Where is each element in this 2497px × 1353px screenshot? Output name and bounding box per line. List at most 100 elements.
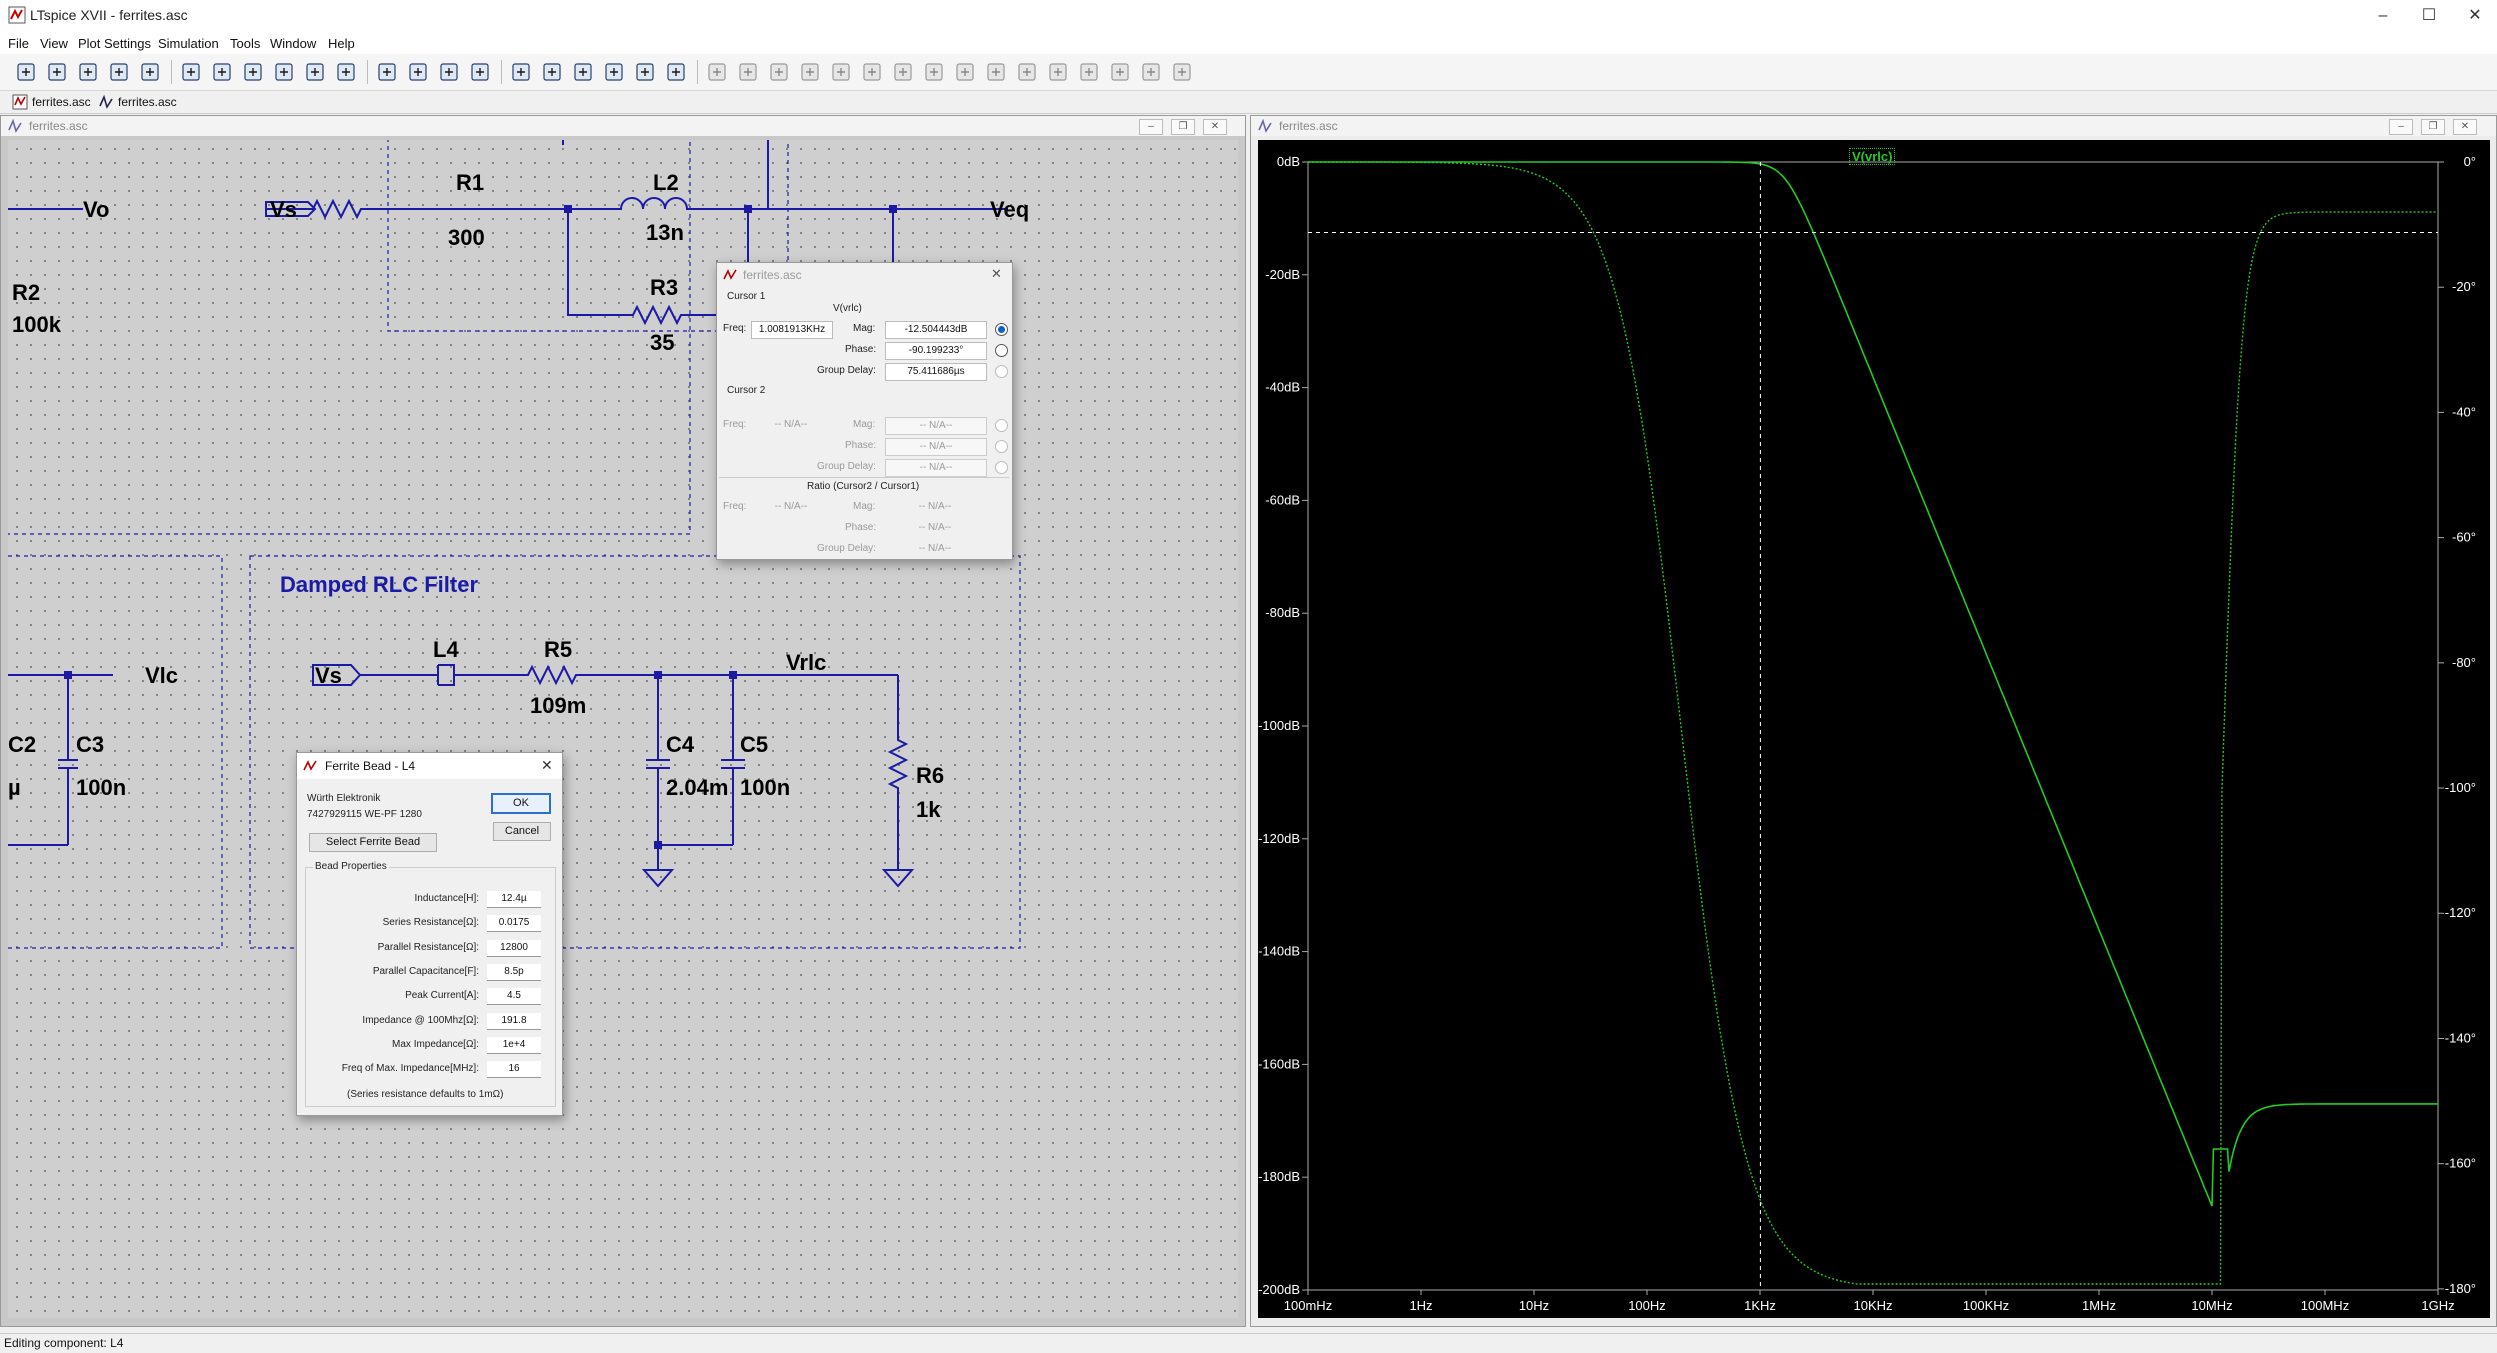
bead-property-field[interactable]: 4.5 bbox=[487, 988, 541, 1006]
save-icon[interactable] bbox=[76, 60, 100, 84]
ferrite-dialog-close-button[interactable]: ✕ bbox=[541, 757, 553, 774]
drag-icon[interactable] bbox=[984, 60, 1008, 84]
ground-icon[interactable] bbox=[736, 60, 760, 84]
bead-property-field[interactable]: 8.5p bbox=[487, 963, 541, 981]
bead-property-field[interactable]: 12.4µ bbox=[487, 891, 541, 908]
waveform-plot[interactable]: 0dB -20dB -40dB -60dB -80dB -100dB -120dB -140d… bbox=[1258, 140, 2490, 1318]
ref-l4[interactable]: L4 bbox=[433, 637, 459, 663]
ref-r5[interactable]: R5 bbox=[544, 637, 572, 663]
zoom-cancel-icon[interactable] bbox=[303, 60, 327, 84]
value-c3[interactable]: 100n bbox=[76, 775, 126, 801]
net-label-vo[interactable]: Vo bbox=[83, 197, 109, 223]
cursor1-group-delay-radio[interactable] bbox=[995, 365, 1008, 378]
bead-property-field[interactable]: 191.8 bbox=[487, 1012, 541, 1030]
value-r2[interactable]: 100k bbox=[12, 312, 61, 338]
undo-icon[interactable] bbox=[1015, 60, 1039, 84]
menu-simulation[interactable]: Simulation bbox=[156, 34, 221, 54]
ref-r6[interactable]: R6 bbox=[916, 763, 944, 789]
waveform-plot-area[interactable]: 0dB -20dB -40dB -60dB -80dB -100dB -120dB -140d… bbox=[1258, 140, 2490, 1318]
tab-waveform[interactable]: ferrites.asc bbox=[96, 93, 177, 111]
value-r3[interactable]: 35 bbox=[650, 330, 674, 356]
grid-icon[interactable] bbox=[375, 60, 399, 84]
value-c4[interactable]: 2.04m bbox=[666, 775, 728, 801]
inductor-icon[interactable] bbox=[860, 60, 884, 84]
cursor-dialog-close-button[interactable]: ✕ bbox=[991, 266, 1002, 282]
net-label-vrlc[interactable]: Vrlc bbox=[786, 650, 826, 676]
label-icon[interactable] bbox=[767, 60, 791, 84]
value-r1[interactable]: 300 bbox=[448, 225, 485, 251]
cursor1-freq-field[interactable]: 1.0081913KHz bbox=[751, 321, 833, 339]
menu-tools[interactable]: Tools bbox=[228, 34, 262, 54]
spice-directive-icon[interactable] bbox=[1170, 60, 1194, 84]
close-button[interactable]: ✕ bbox=[2452, 0, 2497, 34]
value-l2[interactable]: 13n bbox=[646, 220, 684, 246]
tile-vertical-icon[interactable] bbox=[437, 60, 461, 84]
cursor1-phase-radio[interactable] bbox=[995, 344, 1008, 357]
component-icon[interactable] bbox=[922, 60, 946, 84]
diode-icon[interactable] bbox=[891, 60, 915, 84]
schematic-restore-button[interactable]: ❐ bbox=[1171, 119, 1195, 135]
ref-c4[interactable]: C4 bbox=[666, 732, 694, 758]
capacitor-icon[interactable] bbox=[829, 60, 853, 84]
pan-icon[interactable] bbox=[179, 60, 203, 84]
find-icon[interactable] bbox=[602, 60, 626, 84]
resistor-icon[interactable] bbox=[798, 60, 822, 84]
halt-icon[interactable] bbox=[138, 60, 162, 84]
net-label-vlc[interactable]: Vlc bbox=[145, 663, 178, 689]
menu-file[interactable]: File bbox=[6, 34, 31, 54]
cascade-icon[interactable] bbox=[468, 60, 492, 84]
magnitude-trace[interactable] bbox=[1308, 161, 2438, 1207]
cursor1-mag-field[interactable]: -12.504443dB bbox=[885, 321, 987, 339]
cursor1-group-delay-field[interactable]: 75.411686µs bbox=[885, 363, 987, 381]
cursor1-phase-field[interactable]: -90.199233° bbox=[885, 342, 987, 360]
net-label-vs-top[interactable]: Vs bbox=[270, 197, 297, 223]
paste-icon[interactable] bbox=[571, 60, 595, 84]
comment-damped-rlc-filter[interactable]: Damped RLC Filter bbox=[280, 572, 478, 598]
control-panel-icon[interactable] bbox=[107, 60, 131, 84]
maximize-button[interactable]: ☐ bbox=[2406, 0, 2452, 34]
select-ferrite-bead-button[interactable]: Select Ferrite Bead bbox=[309, 833, 437, 852]
open-icon[interactable] bbox=[45, 60, 69, 84]
trace-label-vrlc[interactable]: V(vrlc) bbox=[1849, 148, 1896, 165]
ok-button[interactable]: OK bbox=[491, 793, 551, 814]
wire-icon[interactable] bbox=[705, 60, 729, 84]
ref-r2[interactable]: R2 bbox=[12, 280, 40, 306]
text-icon[interactable] bbox=[1139, 60, 1163, 84]
zoom-full-icon[interactable] bbox=[272, 60, 296, 84]
redo-icon[interactable] bbox=[1046, 60, 1070, 84]
cancel-button[interactable]: Cancel bbox=[493, 822, 551, 841]
waveform-restore-button[interactable]: ❐ bbox=[2421, 119, 2445, 135]
value-r5[interactable]: 109m bbox=[530, 693, 586, 719]
cut-icon[interactable] bbox=[509, 60, 533, 84]
waveform-minimize-button[interactable]: – bbox=[2389, 119, 2413, 135]
bead-property-field[interactable]: 12800 bbox=[487, 939, 541, 957]
run-icon[interactable] bbox=[14, 60, 38, 84]
value-r6[interactable]: 1k bbox=[916, 797, 940, 823]
zoom-in-icon[interactable] bbox=[210, 60, 234, 84]
autorange-icon[interactable] bbox=[334, 60, 358, 84]
menu-view[interactable]: View bbox=[38, 34, 70, 54]
ref-r3[interactable]: R3 bbox=[650, 275, 678, 301]
bead-property-field[interactable]: 16 bbox=[487, 1061, 541, 1079]
bead-property-field[interactable]: 1e+4 bbox=[487, 1036, 541, 1054]
ref-c3[interactable]: C3 bbox=[76, 732, 104, 758]
print-setup-icon[interactable] bbox=[664, 60, 688, 84]
copy-icon[interactable] bbox=[540, 60, 564, 84]
tab-schematic[interactable]: ferrites.asc bbox=[10, 93, 91, 111]
schematic-drawing[interactable] bbox=[8, 140, 1238, 1318]
ref-c5[interactable]: C5 bbox=[740, 732, 768, 758]
mirror-icon[interactable] bbox=[1108, 60, 1132, 84]
value-c2[interactable]: µ bbox=[8, 775, 21, 801]
zoom-out-icon[interactable] bbox=[241, 60, 265, 84]
ref-r1[interactable]: R1 bbox=[456, 170, 484, 196]
phase-trace[interactable] bbox=[1308, 161, 2438, 1285]
menu-window[interactable]: Window bbox=[268, 34, 318, 54]
schematic-close-button[interactable]: ✕ bbox=[1203, 119, 1227, 135]
print-icon[interactable] bbox=[633, 60, 657, 84]
cursor1-mag-radio[interactable] bbox=[995, 323, 1008, 336]
rotate-icon[interactable] bbox=[1077, 60, 1101, 84]
menu-plot-settings[interactable]: Plot Settings bbox=[76, 34, 153, 54]
bead-property-field[interactable]: 0.0175 bbox=[487, 915, 541, 933]
menu-help[interactable]: Help bbox=[326, 34, 357, 54]
net-label-vs-bottom[interactable]: Vs bbox=[315, 663, 342, 689]
